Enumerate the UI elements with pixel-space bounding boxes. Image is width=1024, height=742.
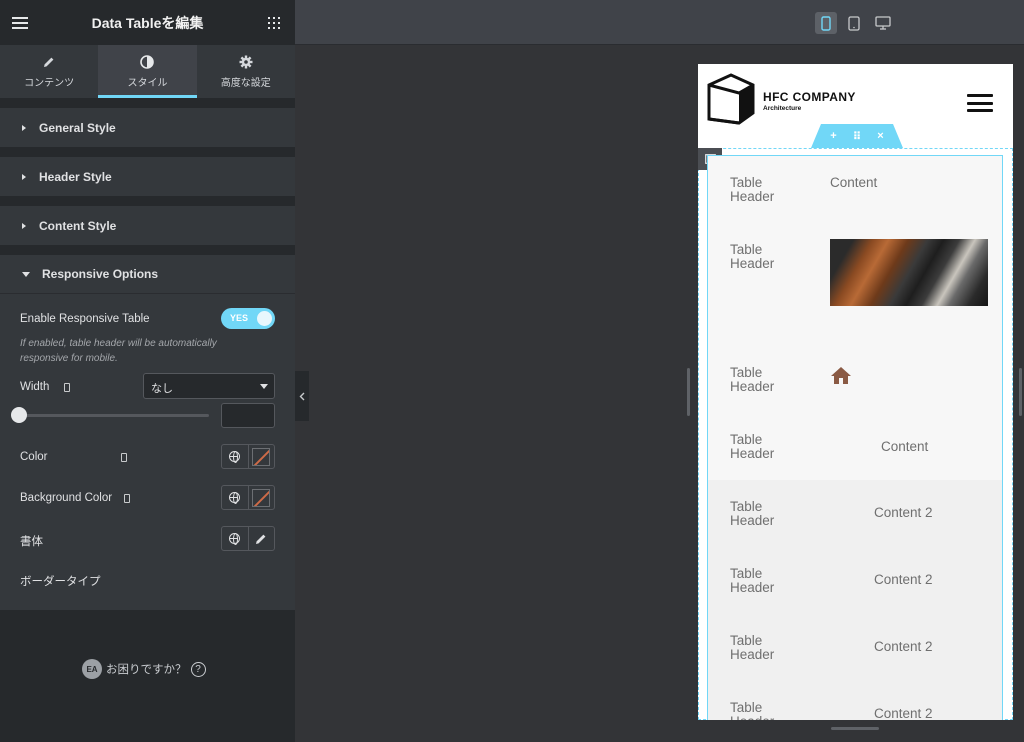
resize-handle-bottom[interactable]	[831, 727, 879, 730]
panel-title: Data Tableを編集	[91, 14, 204, 31]
caret-right-icon	[22, 173, 26, 180]
responsive-hint: If enabled, table header will be automat…	[20, 338, 217, 364]
help-text: お困りですか？	[106, 664, 187, 676]
editor-panel: Data Tableを編集 コンテンツ スタイル 高度な設定 General S…	[0, 0, 295, 742]
width-input[interactable]	[221, 403, 275, 428]
section-label: Header Style	[39, 169, 112, 184]
close-icon[interactable]: ×	[877, 130, 883, 142]
empty-swatch-icon	[252, 447, 271, 466]
background-color-label: Background Color	[20, 492, 113, 504]
typography-label: 書体	[20, 536, 43, 548]
global-color-button[interactable]	[222, 445, 248, 468]
widget-outline	[707, 155, 1003, 720]
section-responsive-options[interactable]: Responsive Options	[0, 255, 295, 294]
background-color-control	[221, 485, 275, 510]
tab-style[interactable]: スタイル	[98, 45, 197, 98]
enable-responsive-label: Enable Responsive Table	[20, 313, 150, 325]
enable-responsive-toggle[interactable]: YES	[221, 308, 275, 329]
brand-name: HFC COMPANY	[763, 90, 856, 104]
section-label: Responsive Options	[42, 267, 159, 281]
help-link[interactable]: EA お困りですか？ ?	[82, 659, 206, 679]
caret-right-icon	[22, 124, 26, 131]
global-color-button[interactable]	[222, 486, 248, 509]
gear-icon	[239, 55, 253, 69]
toggle-text: YES	[230, 313, 249, 323]
panel-tabs: コンテンツ スタイル 高度な設定	[0, 45, 295, 98]
tab-label: スタイル	[127, 77, 168, 89]
drag-handle-icon[interactable]: ⠿	[853, 130, 862, 143]
section-label: Content Style	[39, 218, 117, 233]
border-type-label: ボーダータイプ	[20, 576, 101, 588]
edit-typography-button[interactable]	[247, 527, 275, 550]
responsive-toolbar	[295, 0, 1024, 45]
section-general-style[interactable]: General Style	[0, 108, 295, 147]
tablet-view-button[interactable]	[843, 12, 865, 34]
empty-swatch-icon	[252, 488, 271, 507]
collapse-panel-button[interactable]	[295, 371, 309, 421]
width-label: Width	[20, 381, 50, 393]
toggle-knob	[257, 311, 272, 326]
width-slider-handle[interactable]	[11, 407, 27, 423]
hamburger-menu-icon[interactable]	[12, 17, 28, 29]
globe-icon	[229, 451, 241, 463]
color-picker-button[interactable]	[247, 445, 275, 468]
tab-label: 高度な設定	[220, 77, 271, 89]
tablet-icon	[848, 15, 860, 31]
question-icon: ?	[190, 661, 206, 677]
tab-content[interactable]: コンテンツ	[0, 45, 98, 98]
section-handle: + ⠿ ×	[811, 124, 903, 148]
add-section-icon[interactable]: +	[830, 130, 836, 142]
resize-handle-right[interactable]	[1019, 368, 1022, 416]
border-type-value: なし	[151, 383, 173, 395]
mobile-view-button[interactable]	[815, 12, 837, 34]
section-label: General Style	[39, 120, 116, 135]
ea-logo: EA	[82, 659, 102, 679]
width-slider-track[interactable]	[19, 414, 209, 417]
section-content-style[interactable]: Content Style	[0, 206, 295, 245]
pencil-icon	[43, 55, 55, 69]
color-label: Color	[20, 451, 48, 463]
caret-down-icon	[22, 271, 30, 277]
responsive-controls: Enable Responsive Table YES If enabled, …	[0, 294, 295, 610]
chevron-down-icon	[260, 384, 268, 389]
mobile-icon	[821, 15, 831, 31]
globe-icon	[229, 533, 241, 545]
mobile-device-icon[interactable]	[124, 494, 130, 503]
mobile-device-icon[interactable]	[64, 383, 70, 392]
tab-label: コンテンツ	[24, 77, 75, 89]
typography-control	[221, 526, 275, 551]
globe-icon	[229, 492, 241, 504]
panel-header: Data Tableを編集	[0, 0, 295, 45]
mobile-preview: HFC COMPANY Architecture + ⠿ × Table Hea…	[698, 64, 1013, 720]
chevron-left-icon	[299, 392, 305, 400]
pencil-icon	[256, 534, 266, 544]
hamburger-menu-icon[interactable]	[967, 94, 993, 112]
desktop-view-button[interactable]	[872, 12, 894, 34]
tab-advanced[interactable]: 高度な設定	[197, 45, 295, 98]
desktop-icon	[875, 16, 891, 30]
panel-body: General Style Header Style Content Style…	[0, 98, 295, 742]
brand-tagline: Architecture	[763, 105, 802, 112]
color-control	[221, 444, 275, 469]
border-type-select[interactable]: なし	[143, 373, 275, 399]
caret-right-icon	[22, 222, 26, 229]
contrast-icon	[140, 54, 155, 69]
section-header-style[interactable]: Header Style	[0, 157, 295, 196]
apps-grid-icon[interactable]	[268, 17, 280, 29]
mobile-device-icon[interactable]	[121, 453, 127, 462]
resize-handle-left[interactable]	[687, 368, 690, 416]
color-picker-button[interactable]	[247, 486, 275, 509]
company-logo	[707, 73, 755, 125]
global-typography-button[interactable]	[222, 527, 248, 550]
